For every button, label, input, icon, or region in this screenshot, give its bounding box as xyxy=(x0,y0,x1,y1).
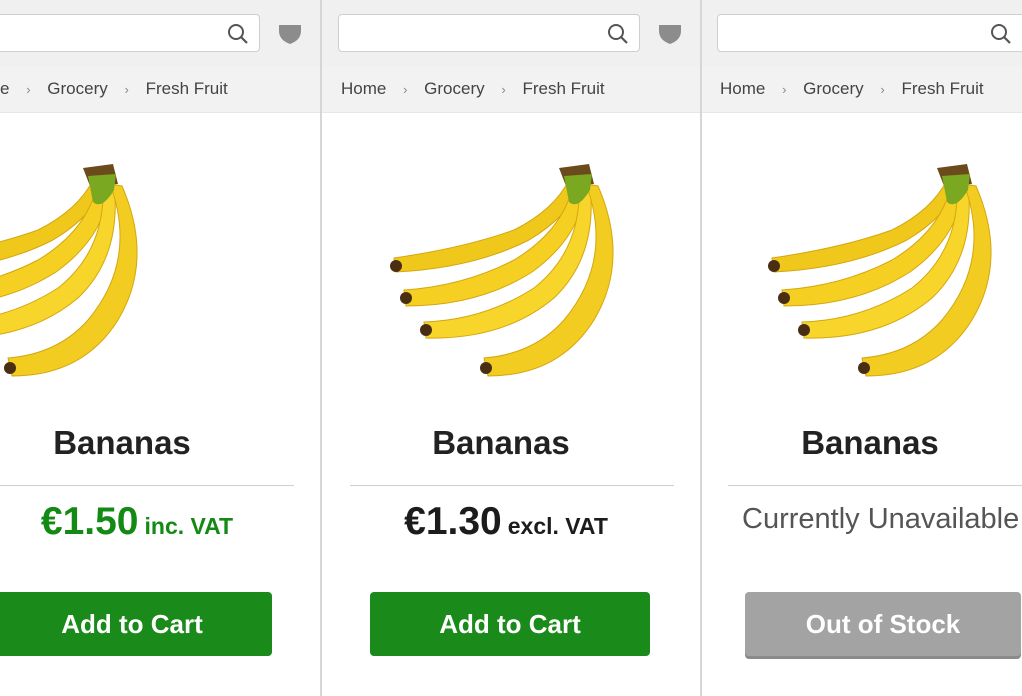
product-panel-1: e › Grocery › Fresh Fruit Bananas €1.50 i… xyxy=(0,0,322,696)
top-bar xyxy=(702,0,1022,67)
product-panel-2: Home › Grocery › Fresh Fruit Bananas €1.… xyxy=(322,0,700,696)
search-input[interactable] xyxy=(0,14,260,52)
product-title: Bananas xyxy=(432,424,570,461)
search-input[interactable] xyxy=(717,14,1022,52)
divider-line xyxy=(0,485,294,486)
breadcrumb-separator: › xyxy=(880,82,885,97)
banana-image xyxy=(0,164,138,377)
price-amount: €1.30 xyxy=(404,500,502,543)
add-to-cart-button[interactable]: Add to Cart xyxy=(370,592,650,656)
product-image xyxy=(322,140,700,400)
breadcrumb-fresh-fruit[interactable]: Fresh Fruit xyxy=(146,66,228,112)
search-icon[interactable] xyxy=(990,23,1012,45)
breadcrumb-separator: › xyxy=(403,82,408,97)
price-block: €1.30 excl. VAT xyxy=(322,500,700,544)
breadcrumb: Home › Grocery › Fresh Fruit xyxy=(322,66,700,113)
price-block: €1.50 inc. VAT xyxy=(0,500,322,544)
shield-icon[interactable] xyxy=(278,23,302,45)
breadcrumb-grocery[interactable]: Grocery xyxy=(424,66,484,112)
search-input[interactable] xyxy=(338,14,640,52)
breadcrumb: Home › Grocery › Fresh Fruit xyxy=(702,66,1022,113)
breadcrumb-grocery[interactable]: Grocery xyxy=(47,66,107,112)
breadcrumb-separator: › xyxy=(124,82,129,97)
product-title: Bananas xyxy=(801,424,939,461)
breadcrumb-home[interactable]: e xyxy=(0,66,9,112)
vat-label: excl. VAT xyxy=(507,513,608,539)
add-to-cart-button[interactable]: Add to Cart xyxy=(0,592,272,656)
divider-line xyxy=(728,485,1022,486)
product-panel-3: Home › Grocery › Fresh Fruit Bananas Cur… xyxy=(702,0,1022,696)
breadcrumb-separator: › xyxy=(501,82,506,97)
product-title: Bananas xyxy=(53,424,191,461)
breadcrumb-home[interactable]: Home xyxy=(720,66,765,112)
top-bar xyxy=(322,0,700,67)
vat-label: inc. VAT xyxy=(144,513,234,539)
product-image xyxy=(702,140,1022,400)
search-icon[interactable] xyxy=(607,23,629,45)
divider-line xyxy=(350,485,674,486)
breadcrumb-fresh-fruit[interactable]: Fresh Fruit xyxy=(901,66,983,112)
breadcrumb-separator: › xyxy=(782,82,787,97)
product-image xyxy=(0,140,322,400)
breadcrumb-home[interactable]: Home xyxy=(341,66,386,112)
breadcrumb: e › Grocery › Fresh Fruit xyxy=(0,66,322,113)
out-of-stock-button: Out of Stock xyxy=(745,592,1021,656)
availability-status: Currently Unavailable xyxy=(742,503,1020,535)
breadcrumb-grocery[interactable]: Grocery xyxy=(803,66,863,112)
breadcrumb-fresh-fruit[interactable]: Fresh Fruit xyxy=(522,66,604,112)
breadcrumb-separator: › xyxy=(26,82,31,97)
top-bar xyxy=(0,0,322,67)
banana-image xyxy=(768,164,992,377)
shield-icon[interactable] xyxy=(658,23,682,45)
banana-image xyxy=(390,164,614,377)
price-amount: €1.50 xyxy=(40,500,139,543)
search-icon[interactable] xyxy=(227,23,249,45)
